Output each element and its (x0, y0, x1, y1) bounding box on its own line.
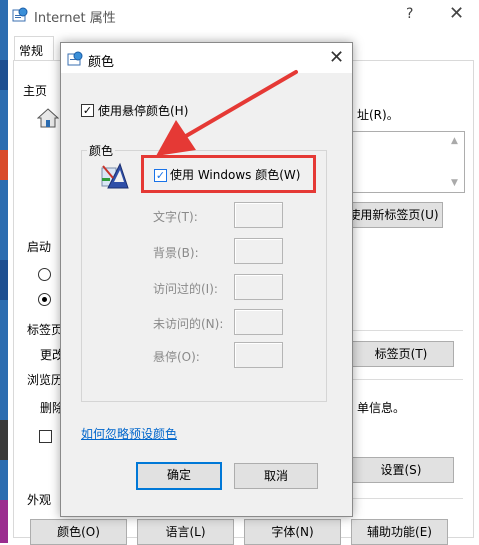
use-new-tab-button[interactable]: 使用新标签页(U) (344, 202, 443, 228)
unvisited-color-swatch[interactable] (234, 309, 283, 335)
tabs-button[interactable]: 标签页(T) (348, 341, 454, 367)
dialog-title: 颜色 (88, 55, 115, 70)
desktop-edge-strip (0, 0, 8, 543)
hover-color-row-label: 悬停(O): (153, 350, 200, 364)
scroll-up-icon[interactable]: ▲ (451, 136, 458, 146)
text-color-swatch[interactable] (234, 202, 283, 228)
background-color-swatch[interactable] (234, 238, 283, 264)
startup-label: 启动 (27, 240, 52, 254)
window-titlebar: Internet 属性 ? ✕ (8, 0, 479, 30)
startup-radio-1[interactable] (38, 268, 51, 281)
dialog-app-icon (67, 51, 83, 66)
cancel-button[interactable]: 取消 (234, 463, 318, 489)
tab-general-label: 常规 (19, 44, 44, 58)
history-section-divider (348, 379, 463, 380)
color-palette-icon (101, 162, 129, 189)
tabs-section-label: 标签页 (27, 323, 64, 337)
delete-history-suffix: 单信息。 (357, 401, 406, 415)
browsing-history-label: 浏览历 (27, 373, 64, 387)
scroll-down-icon[interactable]: ▼ (451, 178, 458, 188)
dialog-close-button[interactable]: ✕ (329, 47, 344, 68)
help-button[interactable]: ? (406, 6, 413, 22)
delete-on-exit-checkbox[interactable] (39, 430, 52, 443)
tab-general[interactable]: 常规 (14, 36, 54, 61)
window-close-button[interactable]: ✕ (449, 3, 464, 24)
hover-color-checkbox[interactable]: ✓ (81, 104, 94, 117)
home-section-label: 主页 (23, 84, 48, 98)
visited-color-swatch[interactable] (234, 274, 283, 300)
startup-radio-2[interactable] (38, 293, 51, 306)
colors-button[interactable]: 颜色(O) (30, 519, 127, 545)
home-address-hint: 址(R)。 (357, 108, 399, 122)
tabs-section-divider (348, 330, 463, 331)
settings-button[interactable]: 设置(S) (348, 457, 454, 483)
window-title: Internet 属性 (34, 11, 116, 26)
ok-button[interactable]: 确定 (136, 462, 222, 490)
radio-selected-dot (42, 297, 47, 302)
appearance-label: 外观 (27, 493, 52, 507)
hover-color-swatch[interactable] (234, 342, 283, 368)
internet-options-app-icon (12, 7, 28, 22)
home-icon (37, 108, 59, 128)
colors-group-label: 颜色 (87, 142, 116, 159)
visited-color-label: 访问过的(I): (153, 282, 218, 296)
appearance-divider (348, 498, 463, 499)
unvisited-color-label: 未访问的(N): (153, 317, 224, 331)
text-color-label: 文字(T): (153, 210, 198, 224)
background-color-label: 背景(B): (153, 246, 199, 260)
fonts-button[interactable]: 字体(N) (244, 519, 341, 545)
home-page-textarea[interactable]: ▲ ▼ (339, 131, 465, 193)
highlight-arrow-icon (156, 70, 298, 156)
ignore-preset-colors-link[interactable]: 如何忽略预设颜色 (81, 425, 177, 442)
accessibility-button[interactable]: 辅助功能(E) (351, 519, 448, 545)
language-button[interactable]: 语言(L) (137, 519, 234, 545)
